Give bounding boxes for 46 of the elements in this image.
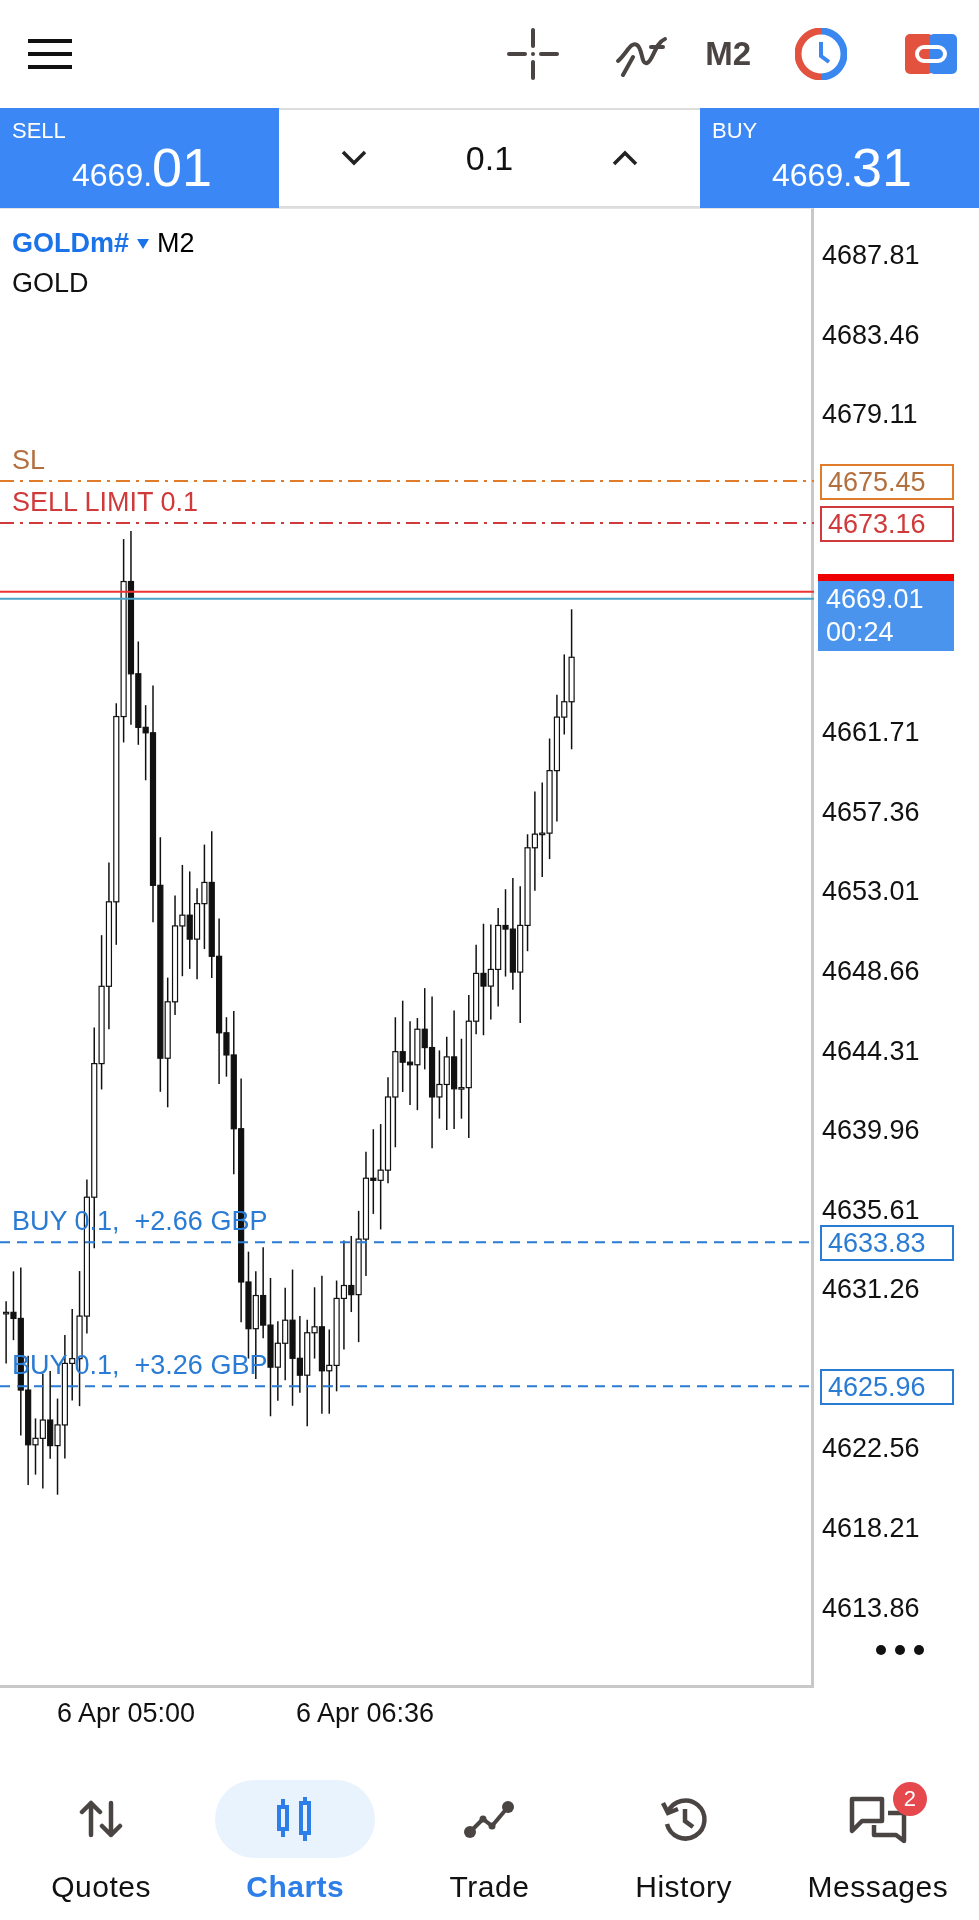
timeframe-label: M2 bbox=[157, 228, 195, 259]
price-axis-label: 4657.36 bbox=[822, 795, 920, 828]
price-tag: 4673.16 bbox=[820, 505, 954, 542]
price-axis-label: 4661.71 bbox=[822, 716, 920, 749]
price-axis-label: 4648.66 bbox=[822, 955, 920, 988]
toggle-icon[interactable] bbox=[905, 34, 957, 74]
current-price-tag: 4669.01 00:24 bbox=[818, 580, 954, 651]
nav-tab[interactable]: History bbox=[588, 1780, 779, 1920]
time-axis-label: 6 Apr 06:36 bbox=[296, 1698, 435, 1729]
price-tag: 4625.96 bbox=[820, 1369, 954, 1406]
line-chart-icon bbox=[463, 1799, 516, 1839]
time-axis-label: 6 Apr 05:00 bbox=[57, 1698, 196, 1729]
symbol-description: GOLD bbox=[12, 268, 89, 299]
arrows-icon bbox=[79, 1799, 124, 1839]
chevron-down-icon[interactable] bbox=[341, 150, 367, 166]
more-icon[interactable] bbox=[875, 1644, 925, 1656]
menu-icon[interactable] bbox=[28, 39, 72, 69]
nav-tab[interactable]: Charts bbox=[200, 1780, 391, 1920]
volume-field[interactable]: 0.1 bbox=[465, 138, 514, 178]
clock-icon[interactable] bbox=[795, 28, 847, 80]
price-axis-label: 4687.81 bbox=[822, 239, 920, 271]
nav-tab[interactable]: Trade bbox=[394, 1780, 585, 1920]
price-axis-label: 4631.26 bbox=[822, 1273, 920, 1306]
nav-tab[interactable]: Quotes bbox=[6, 1780, 197, 1920]
price-axis-label: 4644.31 bbox=[822, 1034, 920, 1067]
unread-badge: 2 bbox=[892, 1782, 927, 1816]
price-tag: 4675.45 bbox=[820, 464, 954, 501]
price-tag: 4633.83 bbox=[820, 1225, 954, 1262]
price-axis-label: 4639.96 bbox=[822, 1114, 920, 1147]
level-label: SL bbox=[12, 445, 46, 477]
nav-tab[interactable]: 2 Messages bbox=[782, 1780, 973, 1920]
price-axis-label: 4679.11 bbox=[822, 398, 918, 431]
buy-button[interactable]: BUY 4669.31 bbox=[700, 108, 979, 208]
price-axis-label: 4618.21 bbox=[822, 1511, 920, 1544]
price-axis-label: 4635.61 bbox=[822, 1193, 920, 1226]
crosshair-icon[interactable] bbox=[507, 28, 560, 80]
level-label: SELL LIMIT 0.1 bbox=[12, 486, 199, 518]
dropdown-icon[interactable] bbox=[137, 238, 150, 249]
price-axis-label: 4683.46 bbox=[822, 318, 920, 351]
timeframe-button[interactable]: M2 bbox=[705, 35, 751, 73]
chevron-up-icon[interactable] bbox=[612, 150, 638, 166]
sell-button[interactable]: SELL 4669.01 bbox=[0, 108, 279, 208]
price-axis-label: 4613.86 bbox=[822, 1591, 920, 1624]
price-axis-label: 4622.56 bbox=[822, 1432, 920, 1465]
symbol-selector[interactable]: GOLDm# bbox=[12, 228, 130, 259]
price-axis-label: 4653.01 bbox=[822, 875, 920, 908]
